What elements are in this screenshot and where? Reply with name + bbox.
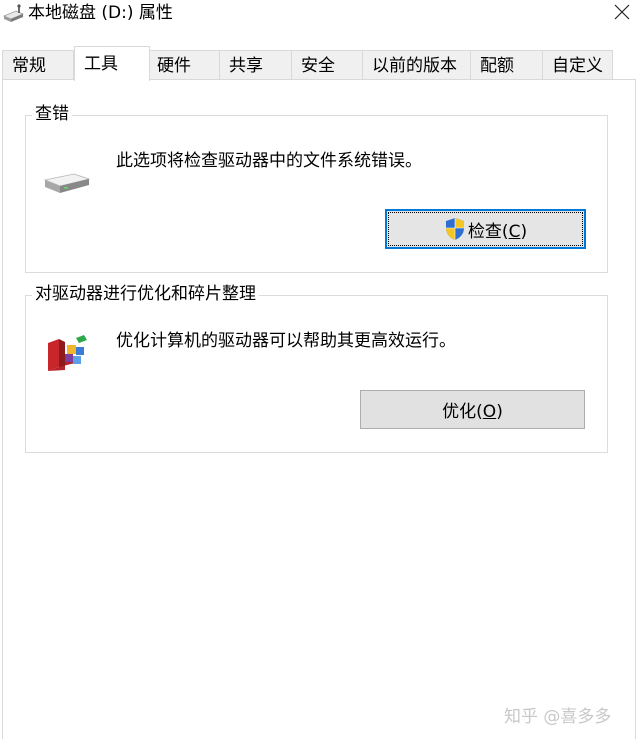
close-icon [614,4,630,20]
tab-previous-versions[interactable]: 以前的版本 [362,50,471,80]
tab-hardware[interactable]: 硬件 [147,50,220,80]
optimize-group: 对驱动器进行优化和碎片整理 优化计算机的驱动器可以帮助其更高效运行。 优化(O) [25,283,608,453]
check-button-text: 检查( [467,221,509,242]
optimize-button-accelerator: O [482,402,497,422]
tab-label: 常规 [12,56,46,76]
optimize-button-text: 优化( [442,402,483,422]
check-button[interactable]: 检查(C) [385,209,586,249]
close-button[interactable] [604,0,638,28]
tab-customize[interactable]: 自定义 [542,50,613,80]
optimize-description: 优化计算机的驱动器可以帮助其更高效运行。 [116,331,456,351]
tab-label: 自定义 [552,56,603,76]
check-button-label: 检查(C) [468,217,527,242]
optimize-group-label: 对驱动器进行优化和碎片整理 [32,283,259,305]
uac-shield-icon [444,217,466,241]
tab-label: 共享 [229,56,263,76]
tab-strip: 常规 工具 硬件 共享 安全 以前的版本 配额 自定义 [0,46,638,81]
tab-general[interactable]: 常规 [2,50,74,80]
optimize-button[interactable]: 优化(O) [360,390,585,429]
tab-label: 工具 [84,54,118,74]
optimize-button-suffix: ) [496,402,503,422]
tab-security[interactable]: 安全 [291,50,363,80]
tab-label: 以前的版本 [372,56,457,76]
optimize-button-label: 优化(O) [442,397,503,422]
watermark: 知乎 @喜多多 [504,707,612,727]
check-button-suffix: ) [520,221,528,242]
tab-label: 硬件 [157,56,191,76]
drive-icon [2,4,25,24]
tab-sharing[interactable]: 共享 [219,50,292,80]
tab-quota[interactable]: 配额 [470,50,543,80]
drive-icon [42,166,92,200]
error-checking-label: 查错 [32,103,72,125]
window-title: 本地磁盘 (D:) 属性 [28,3,173,23]
tab-tools[interactable]: 工具 [74,46,150,81]
defrag-icon [45,333,89,377]
title-bar: 本地磁盘 (D:) 属性 [0,0,638,30]
check-button-accelerator: C [508,221,521,242]
error-checking-description: 此选项将检查驱动器中的文件系统错误。 [116,151,422,171]
tab-label: 配额 [480,56,514,76]
tab-label: 安全 [301,56,335,76]
error-checking-group: 查错 此选项将检查驱动器中的文件系统错误。 检查(C) [25,103,608,273]
